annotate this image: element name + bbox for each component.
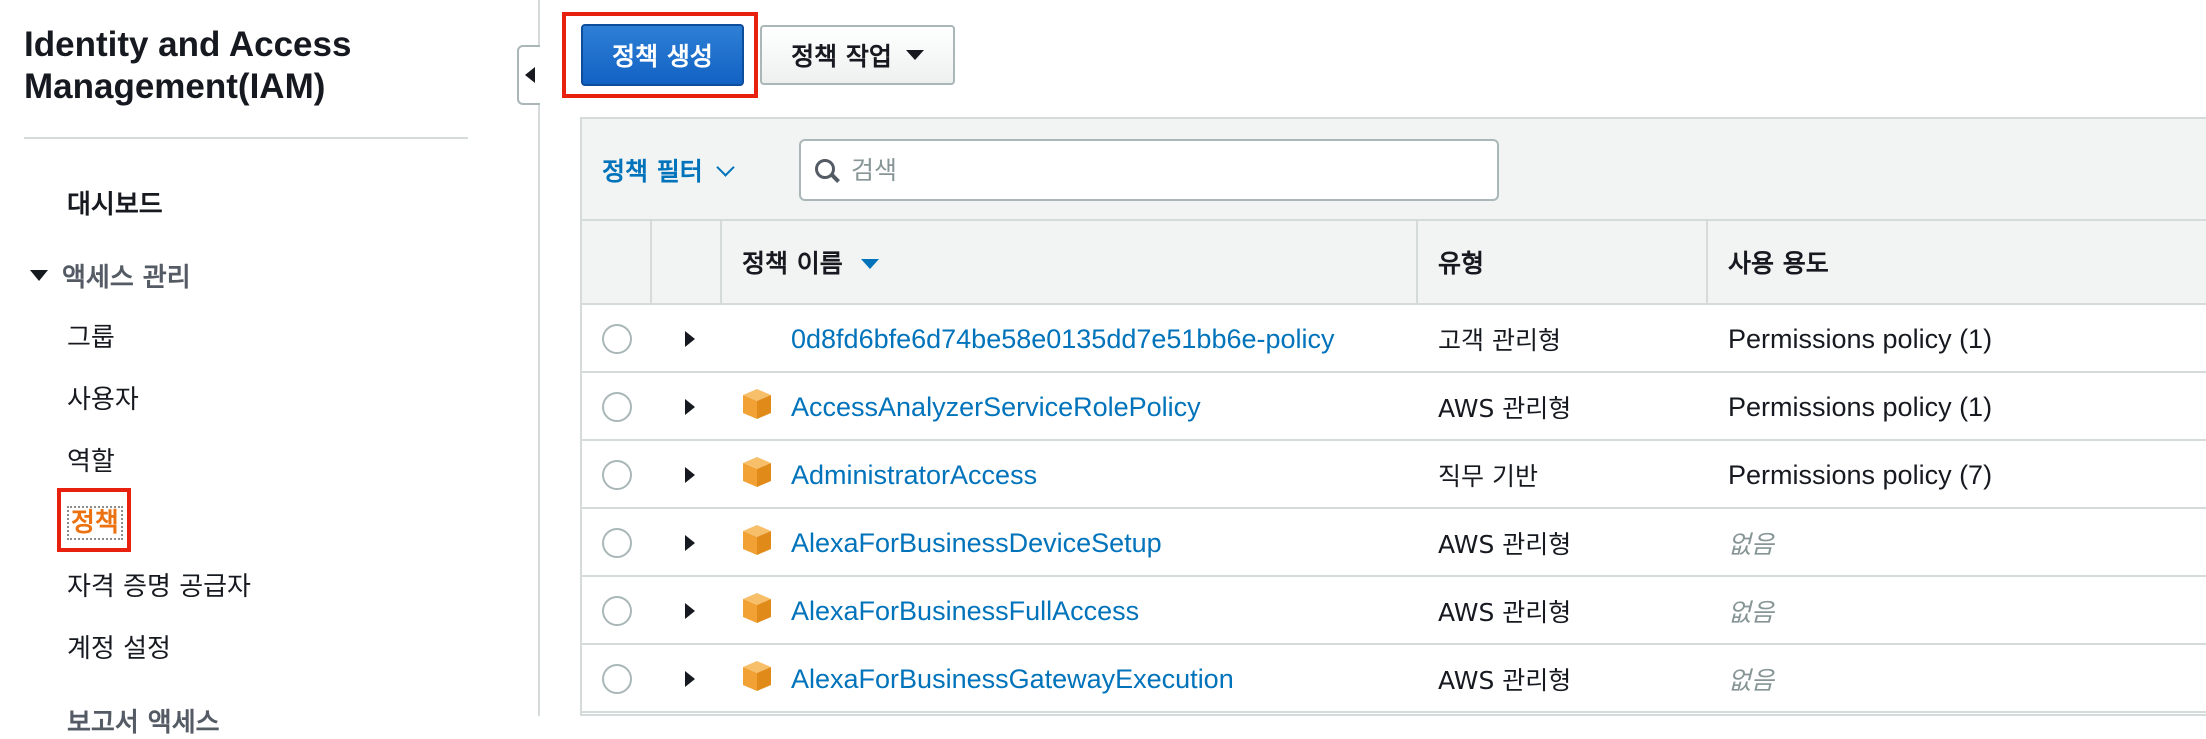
filter-bar: 정책 필터 bbox=[582, 119, 2206, 221]
policy-filter-dropdown[interactable]: 정책 필터 bbox=[602, 152, 735, 188]
expand-row-icon[interactable] bbox=[685, 671, 695, 687]
table-row[interactable]: AlexaForBusinessFullAccess AWS 관리형 없음 bbox=[582, 577, 2206, 645]
highlight-box-policies bbox=[57, 488, 131, 552]
expand-row-icon[interactable] bbox=[685, 535, 695, 551]
policy-name-link[interactable]: AlexaForBusinessDeviceSetup bbox=[791, 509, 1162, 577]
row-select-radio[interactable] bbox=[602, 324, 632, 354]
policy-usage: 없음 bbox=[1728, 598, 1775, 627]
app-title: Identity and Access Management(IAM) bbox=[24, 25, 352, 106]
table-row[interactable]: AlexaForBusinessGatewayExecution AWS 관리형 없… bbox=[582, 645, 2206, 713]
policy-type: 고객 관리형 bbox=[1438, 326, 1561, 355]
aws-managed-cube-icon bbox=[743, 661, 771, 691]
header-policy-name-label: 정책 이름 bbox=[742, 249, 843, 278]
policy-actions-label: 정책 작업 bbox=[791, 42, 892, 71]
header-select-column bbox=[582, 221, 652, 303]
collapse-sidebar-button[interactable] bbox=[517, 45, 540, 105]
policy-usage: Permissions policy (7) bbox=[1728, 459, 1993, 490]
policy-name-link[interactable]: AlexaForBusinessGatewayExecution bbox=[791, 645, 1234, 713]
row-select-radio[interactable] bbox=[602, 664, 632, 694]
expand-row-icon[interactable] bbox=[685, 399, 695, 415]
policy-type: AWS 관리형 bbox=[1438, 394, 1572, 423]
aws-managed-cube-icon bbox=[743, 593, 771, 623]
table-header: 정책 이름 유형 사용 용도 bbox=[582, 221, 2206, 305]
sidebar-divider bbox=[24, 137, 468, 139]
caret-left-icon bbox=[524, 67, 535, 83]
sidebar: Identity and Access Management(IAM) 대시보드… bbox=[0, 0, 538, 738]
policy-type: AWS 관리형 bbox=[1438, 530, 1572, 559]
table-row[interactable]: AlexaForBusinessDeviceSetup AWS 관리형 없음 bbox=[582, 509, 2206, 577]
policy-name-link[interactable]: 0d8fd6bfe6d74be58e0135dd7e51bb6e-policy bbox=[791, 305, 1335, 373]
header-used-as[interactable]: 사용 용도 bbox=[1708, 221, 2206, 303]
nav-dashboard[interactable]: 대시보드 bbox=[67, 184, 163, 221]
caret-down-icon bbox=[905, 50, 924, 60]
row-select-radio[interactable] bbox=[602, 528, 632, 558]
policies-table: 정책 필터 정책 이름 유형 사용 용도 0d8fd6bfe6d74be58e0… bbox=[580, 117, 2206, 716]
nav-item-roles[interactable]: 역할 bbox=[67, 441, 115, 478]
policy-filter-label: 정책 필터 bbox=[602, 157, 703, 186]
nav-item-identity-providers[interactable]: 자격 증명 공급자 bbox=[67, 566, 251, 603]
aws-managed-cube-icon bbox=[743, 457, 771, 487]
nav-section-reports[interactable]: 보고서 액세스 bbox=[67, 702, 220, 739]
header-policy-name[interactable]: 정책 이름 bbox=[722, 221, 1418, 303]
policy-type: AWS 관리형 bbox=[1438, 598, 1572, 627]
sidebar-border bbox=[538, 0, 540, 716]
expand-row-icon[interactable] bbox=[685, 331, 695, 347]
expand-row-icon[interactable] bbox=[685, 603, 695, 619]
expand-row-icon[interactable] bbox=[685, 467, 695, 483]
policy-type: AWS 관리형 bbox=[1438, 666, 1572, 695]
policy-usage: 없음 bbox=[1728, 666, 1775, 695]
header-expand-column bbox=[652, 221, 722, 303]
row-select-radio[interactable] bbox=[602, 460, 632, 490]
policy-usage: Permissions policy (1) bbox=[1728, 391, 1993, 422]
highlight-box-create-policy bbox=[562, 12, 758, 98]
row-select-radio[interactable] bbox=[602, 596, 632, 626]
policy-name-link[interactable]: AccessAnalyzerServiceRolePolicy bbox=[791, 373, 1201, 441]
search-icon bbox=[815, 159, 840, 183]
search-input[interactable] bbox=[849, 154, 1453, 186]
nav-section-access-management[interactable]: 액세스 관리 bbox=[30, 257, 191, 294]
chevron-down-icon bbox=[716, 157, 735, 177]
caret-down-icon bbox=[30, 270, 48, 281]
nav-item-users[interactable]: 사용자 bbox=[67, 379, 139, 416]
nav-item-groups[interactable]: 그룹 bbox=[67, 317, 115, 354]
table-row[interactable]: 0d8fd6bfe6d74be58e0135dd7e51bb6e-policy 고… bbox=[582, 305, 2206, 373]
nav-item-account-settings[interactable]: 계정 설정 bbox=[67, 628, 171, 665]
aws-managed-cube-icon bbox=[743, 525, 771, 555]
nav-section-label: 액세스 관리 bbox=[62, 263, 191, 293]
policy-usage: Permissions policy (1) bbox=[1728, 323, 1993, 354]
policy-type: 직무 기반 bbox=[1438, 462, 1538, 491]
header-type[interactable]: 유형 bbox=[1418, 221, 1708, 303]
policy-name-link[interactable]: AlexaForBusinessFullAccess bbox=[791, 577, 1139, 645]
policy-name-link[interactable]: AdministratorAccess bbox=[791, 441, 1037, 509]
policy-actions-dropdown[interactable]: 정책 작업 bbox=[760, 25, 955, 85]
search-box[interactable] bbox=[799, 139, 1499, 201]
table-row[interactable]: AdministratorAccess 직무 기반 Permissions poli… bbox=[582, 441, 2206, 509]
sort-descending-icon bbox=[860, 258, 879, 269]
row-select-radio[interactable] bbox=[602, 392, 632, 422]
table-row[interactable]: AccessAnalyzerServiceRolePolicy AWS 관리형 Pe… bbox=[582, 373, 2206, 441]
policy-usage: 없음 bbox=[1728, 530, 1775, 559]
aws-managed-cube-icon bbox=[743, 389, 771, 419]
